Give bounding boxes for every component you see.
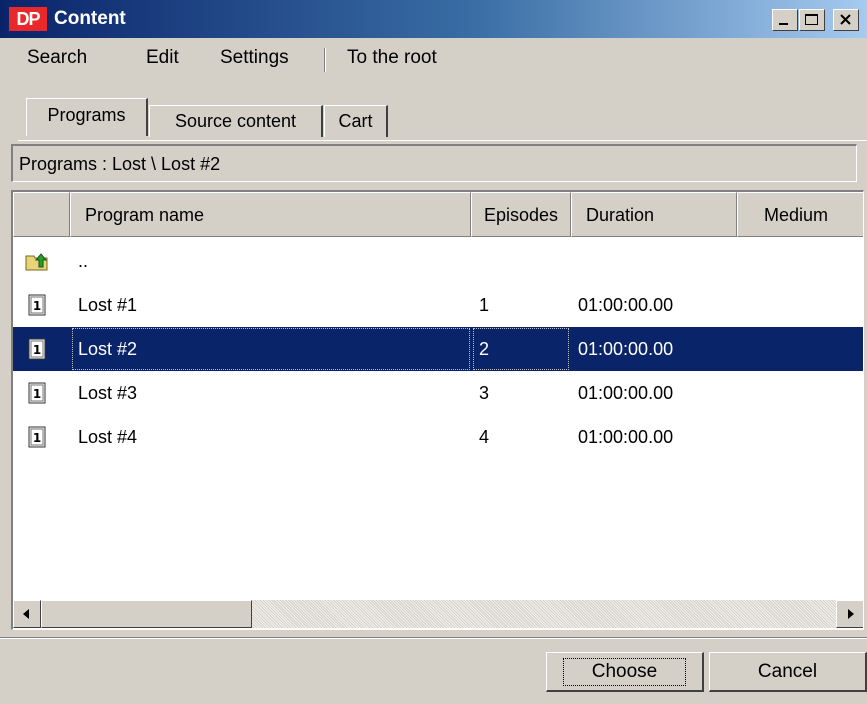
duration-value: 01:00:00.00	[578, 339, 674, 359]
column-header-medium[interactable]: Medium	[737, 192, 863, 237]
program-info-icon: 1	[28, 338, 46, 360]
breadcrumb: Programs : Lost \ Lost #2	[11, 144, 857, 182]
app-logo-icon: DP	[9, 7, 47, 31]
bottom-divider	[0, 637, 867, 639]
program-name: Lost #2	[78, 339, 138, 359]
choose-button[interactable]: Choose	[546, 652, 704, 692]
episodes-value: 2	[479, 339, 490, 359]
minimize-button[interactable]	[772, 9, 798, 31]
maximize-button[interactable]	[799, 9, 825, 31]
program-info-icon: 1	[28, 426, 46, 448]
program-grid[interactable]: Program name Episodes Duration Medium ..…	[11, 190, 864, 630]
duration-value: 01:00:00.00	[578, 383, 674, 403]
episodes-value: 1	[479, 295, 490, 315]
menu-search[interactable]: Search	[27, 46, 87, 70]
column-header-episodes[interactable]: Episodes	[471, 192, 571, 237]
window-title: Content	[54, 8, 126, 29]
program-info-icon: 1	[28, 382, 46, 404]
menu-bar: Search Edit Settings To the root	[0, 38, 867, 78]
title-bar[interactable]: DP Content	[0, 0, 867, 38]
svg-text:1: 1	[33, 387, 41, 401]
duration-value: 01:00:00.00	[578, 295, 674, 315]
table-row[interactable]: 1 Lost #4 4 01:00:00.00	[13, 415, 863, 459]
program-name: Lost #4	[78, 427, 138, 447]
close-icon	[840, 14, 851, 25]
maximize-icon	[805, 14, 818, 25]
svg-text:1: 1	[33, 299, 41, 313]
arrow-left-icon	[23, 609, 29, 619]
table-row-selected[interactable]: 1 Lost #2 2 01:00:00.00	[13, 327, 863, 371]
program-name: Lost #3	[78, 383, 138, 403]
program-name: Lost #1	[78, 295, 138, 315]
tab-source-content[interactable]: Source content	[149, 105, 323, 137]
column-header-icon[interactable]	[13, 192, 70, 237]
scroll-left-button[interactable]	[13, 600, 41, 628]
table-row[interactable]: 1 Lost #1 1 01:00:00.00	[13, 283, 863, 327]
tab-strip: Programs Source content Cart	[18, 98, 867, 141]
content-window: DP Content Search Edit Settings To the r…	[0, 0, 867, 704]
parent-folder-label: ..	[78, 251, 89, 271]
column-header-program-name[interactable]: Program name	[70, 192, 471, 237]
horizontal-scrollbar[interactable]	[13, 600, 863, 628]
menu-edit[interactable]: Edit	[146, 46, 179, 70]
episodes-value: 4	[479, 427, 490, 447]
scroll-right-button[interactable]	[836, 600, 863, 628]
column-header-duration[interactable]: Duration	[571, 192, 737, 237]
minimize-icon	[779, 23, 788, 25]
parent-folder-row[interactable]: ..	[13, 239, 863, 283]
svg-text:1: 1	[33, 431, 41, 445]
menu-to-the-root[interactable]: To the root	[347, 46, 437, 70]
duration-value: 01:00:00.00	[578, 427, 674, 447]
table-row[interactable]: 1 Lost #3 3 01:00:00.00	[13, 371, 863, 415]
tab-programs[interactable]: Programs	[26, 98, 148, 136]
grid-header: Program name Episodes Duration Medium	[13, 192, 863, 237]
episodes-value: 3	[479, 383, 490, 403]
tab-cart[interactable]: Cart	[324, 105, 388, 137]
menu-settings[interactable]: Settings	[220, 46, 289, 70]
program-info-icon: 1	[28, 294, 46, 316]
close-button[interactable]	[833, 9, 859, 31]
cancel-button[interactable]: Cancel	[709, 652, 867, 692]
svg-text:1: 1	[33, 343, 41, 357]
scroll-thumb[interactable]	[41, 600, 252, 628]
arrow-right-icon	[848, 609, 854, 619]
menu-separator	[324, 48, 326, 72]
folder-up-icon	[25, 253, 48, 271]
